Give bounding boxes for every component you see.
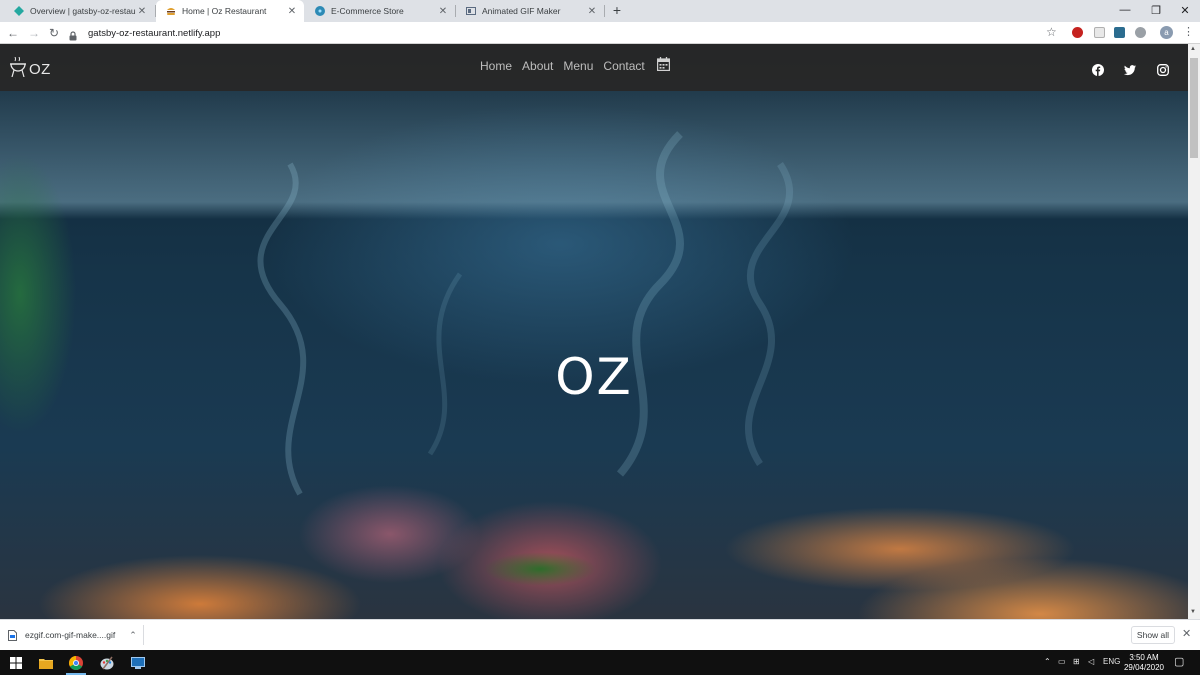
- menu-kebab-icon[interactable]: ⋮: [1183, 25, 1194, 38]
- chevron-up-icon[interactable]: ⌃: [129, 630, 137, 641]
- twitter-icon[interactable]: [1124, 63, 1136, 76]
- tab-title: E-Commerce Store: [331, 6, 404, 16]
- close-icon[interactable]: ✕: [286, 6, 298, 17]
- adblock-extension-icon[interactable]: [1072, 27, 1083, 38]
- close-icon[interactable]: ✕: [586, 6, 598, 17]
- volume-icon[interactable]: ◁: [1088, 657, 1094, 666]
- nav-link-menu[interactable]: Menu: [563, 59, 593, 73]
- hero-background-image: [0, 44, 1188, 619]
- tab-home-oz-restaurant[interactable]: Home | Oz Restaurant ✕: [156, 0, 304, 22]
- restore-button[interactable]: ❐: [1141, 0, 1171, 20]
- download-shelf: ezgif.com-gif-make....gif ⌃ Show all ✕: [0, 619, 1200, 650]
- devtools-extension-icon[interactable]: [1114, 27, 1125, 38]
- paint-icon[interactable]: [93, 650, 121, 675]
- hero-title: OZ: [555, 348, 633, 406]
- tab-title: Animated GIF Maker: [482, 6, 561, 16]
- close-icon[interactable]: ✕: [437, 6, 449, 17]
- address-bar[interactable]: gatsby-oz-restaurant.netlify.app: [68, 24, 1068, 42]
- brand-logo-link[interactable]: OZ: [9, 56, 51, 82]
- nav-link-home[interactable]: Home: [480, 59, 512, 73]
- lock-icon: [68, 28, 78, 41]
- scroll-up-arrow-icon[interactable]: ▲: [1190, 46, 1196, 52]
- brand-name: OZ: [29, 61, 51, 78]
- remote-desktop-icon[interactable]: [124, 650, 152, 675]
- site-header: OZ Home About Menu Contact: [0, 44, 1188, 91]
- page-scrollbar[interactable]: ▲ ▼: [1188, 44, 1200, 619]
- file-explorer-icon[interactable]: [32, 650, 60, 675]
- nav-link-about[interactable]: About: [522, 59, 553, 73]
- netlify-diamond-icon: [14, 6, 24, 16]
- nav-link-contact[interactable]: Contact: [603, 59, 644, 73]
- tray-chevron-up-icon[interactable]: ⌃: [1044, 657, 1051, 666]
- scrollbar-thumb[interactable]: [1190, 58, 1198, 158]
- back-button[interactable]: ←: [5, 25, 21, 41]
- pdf-extension-icon[interactable]: [1094, 27, 1105, 38]
- tab-ecommerce-store[interactable]: E-Commerce Store ✕: [305, 0, 455, 22]
- extension-icon[interactable]: [1135, 27, 1146, 38]
- file-icon: [8, 629, 17, 641]
- tab-overview[interactable]: Overview | gatsby-oz-restaurant ✕: [4, 0, 154, 22]
- clock-date[interactable]: 29/04/2020: [1122, 663, 1166, 672]
- close-icon[interactable]: ✕: [136, 6, 148, 17]
- url-text: gatsby-oz-restaurant.netlify.app: [88, 27, 221, 39]
- gif-maker-icon: [466, 6, 476, 16]
- profile-avatar[interactable]: a: [1160, 26, 1173, 39]
- windows-taskbar: ⌃ ▭ ⊞ ◁ ENG 3:50 AM 29/04/2020 ▢: [0, 650, 1200, 675]
- bookmark-star-icon[interactable]: ☆: [1046, 25, 1057, 39]
- forward-button[interactable]: →: [26, 25, 42, 41]
- scroll-down-arrow-icon[interactable]: ▼: [1190, 609, 1196, 615]
- tab-divider: [604, 5, 605, 17]
- new-tab-button[interactable]: +: [608, 1, 626, 19]
- bbq-grill-icon: [9, 56, 27, 82]
- close-window-button[interactable]: ✕: [1170, 0, 1200, 20]
- facebook-icon[interactable]: [1092, 63, 1104, 76]
- minimize-button[interactable]: —: [1110, 0, 1140, 20]
- instagram-icon[interactable]: [1157, 63, 1169, 76]
- language-indicator[interactable]: ENG: [1103, 657, 1120, 666]
- chrome-icon[interactable]: [62, 650, 90, 675]
- calendar-icon[interactable]: [656, 57, 670, 71]
- shelf-divider: [143, 625, 144, 645]
- browser-tab-strip: Overview | gatsby-oz-restaurant ✕ Home |…: [0, 0, 1200, 22]
- download-filename: ezgif.com-gif-make....gif: [25, 630, 116, 640]
- reload-button[interactable]: ↻: [46, 25, 62, 41]
- tab-animated-gif-maker[interactable]: Animated GIF Maker ✕: [456, 0, 604, 22]
- battery-icon[interactable]: ▭: [1058, 657, 1066, 666]
- notifications-icon[interactable]: ▢: [1174, 655, 1184, 668]
- page-viewport: OZ Home About Menu Contact OZ: [0, 44, 1188, 619]
- close-icon[interactable]: ✕: [1182, 627, 1191, 640]
- tab-title: Overview | gatsby-oz-restaurant: [30, 6, 136, 16]
- main-nav: Home About Menu Contact: [480, 57, 670, 73]
- clock-time[interactable]: 3:50 AM: [1126, 653, 1162, 662]
- show-all-button[interactable]: Show all: [1131, 626, 1175, 644]
- windows-start-icon[interactable]: [2, 650, 30, 675]
- network-icon[interactable]: ⊞: [1073, 657, 1080, 666]
- download-item[interactable]: ezgif.com-gif-make....gif ⌃: [8, 625, 137, 645]
- tab-title: Home | Oz Restaurant: [182, 6, 267, 16]
- burger-icon: [166, 6, 176, 16]
- smoke-overlay: [257, 131, 794, 496]
- browser-toolbar: ← → ↻ gatsby-oz-restaurant.netlify.app ☆…: [0, 22, 1200, 44]
- react-icon: [315, 6, 325, 16]
